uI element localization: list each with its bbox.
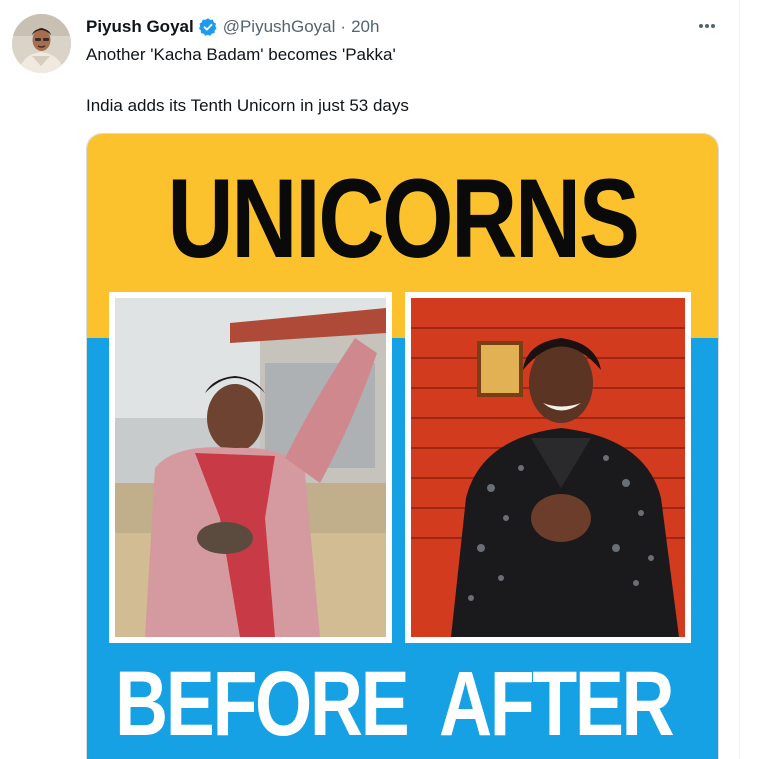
tweet-header: Piyush Goyal @PiyushGoyal · 20h — [86, 15, 379, 39]
author-handle[interactable]: @PiyushGoyal — [223, 17, 336, 37]
tweet-media-image[interactable]: UNICORNS BEFORE AFTER — [86, 133, 719, 759]
after-photo — [405, 292, 691, 643]
before-label: BEFORE — [115, 653, 410, 755]
separator-dot: · — [340, 17, 347, 36]
timestamp[interactable]: 20h — [351, 17, 379, 37]
author-name[interactable]: Piyush Goyal — [86, 17, 194, 37]
avatar[interactable] — [12, 14, 71, 73]
tweet-text-line2: India adds its Tenth Unicorn in just 53 … — [86, 96, 409, 115]
column-divider — [739, 0, 740, 759]
image-title: UNICORNS — [167, 156, 640, 281]
tweet-text-line1: Another 'Kacha Badam' becomes 'Pakka' — [86, 45, 396, 64]
more-options-icon[interactable] — [697, 14, 717, 38]
after-label: AFTER — [439, 653, 675, 755]
before-photo — [109, 292, 392, 643]
verified-badge-icon — [198, 17, 218, 37]
